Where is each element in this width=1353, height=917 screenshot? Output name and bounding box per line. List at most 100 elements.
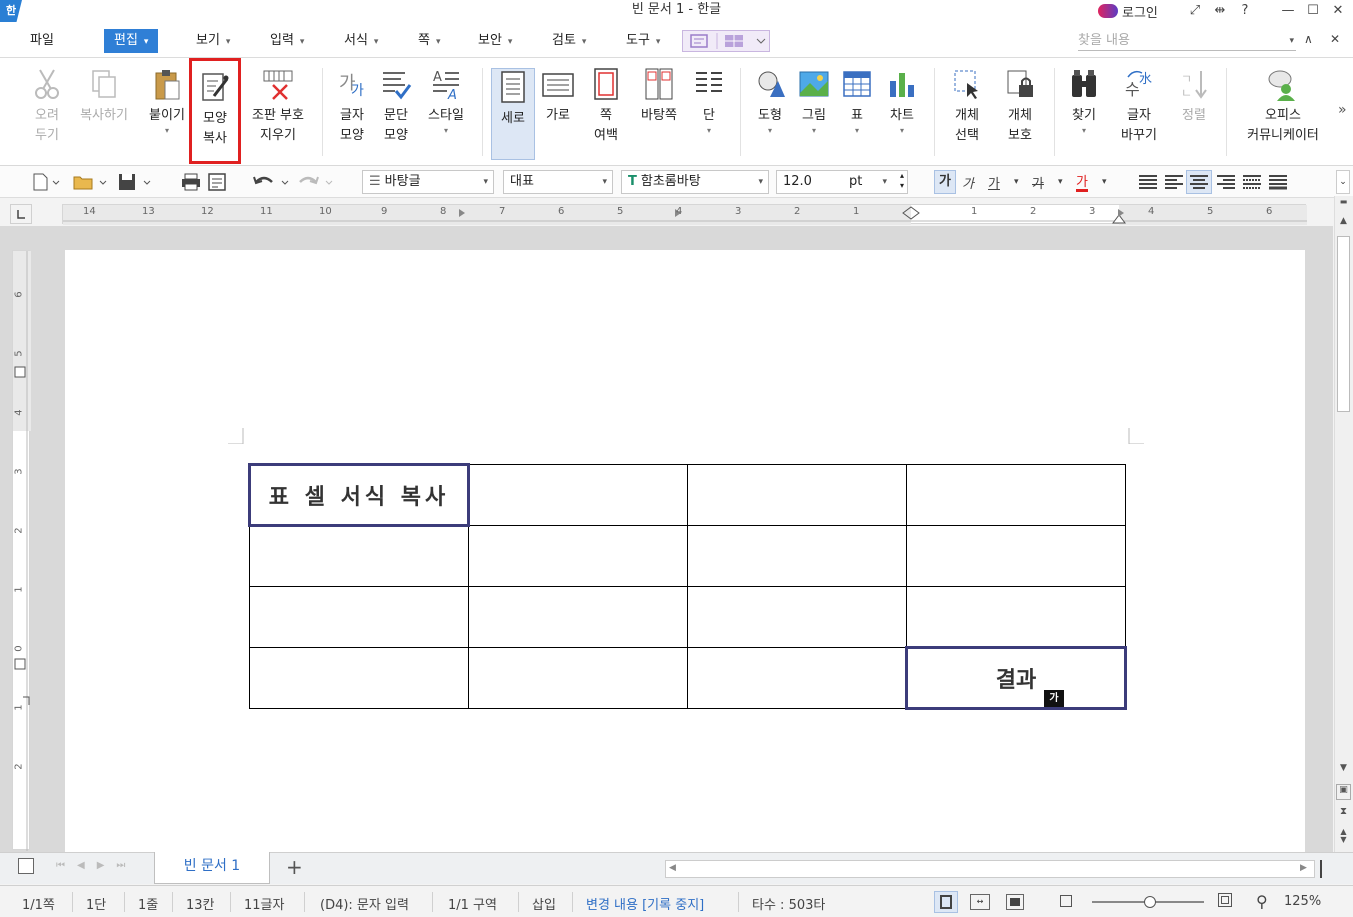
status-insert-mode[interactable]: 삽입 bbox=[532, 894, 556, 913]
resize-icon[interactable]: ⇹ bbox=[1211, 2, 1229, 20]
para-style-select[interactable]: 대표 ▾ bbox=[503, 170, 613, 194]
scroll-left-icon[interactable]: ◀ bbox=[669, 863, 676, 873]
align-center-button[interactable] bbox=[1186, 170, 1212, 194]
status-track-changes[interactable]: 변경 내용 [기록 중지] bbox=[586, 894, 704, 913]
menu-file[interactable]: 파일 bbox=[26, 30, 58, 52]
tab-nav-icons[interactable]: ⏮◀▶⏭ bbox=[56, 860, 137, 871]
quick-tools-group[interactable] bbox=[682, 30, 770, 52]
page-margin-button[interactable]: 쪽 여백 bbox=[584, 66, 628, 162]
table-cell-source[interactable]: 표 셀 서식 복사 bbox=[248, 463, 470, 527]
underline-button[interactable]: 가 bbox=[988, 172, 1000, 192]
table-button[interactable]: 표 ▾ bbox=[838, 66, 876, 162]
size-spinner-icon[interactable]: ▴ ▾ bbox=[900, 171, 904, 191]
table-cell[interactable] bbox=[906, 586, 1126, 648]
table-cell[interactable] bbox=[468, 586, 688, 648]
prev-page-icon[interactable]: ▣ bbox=[1336, 784, 1351, 800]
bold-button[interactable]: 가 bbox=[934, 170, 956, 194]
table-cell[interactable] bbox=[906, 525, 1126, 587]
replace-button[interactable]: 수水 글자 바꾸기 bbox=[1112, 66, 1166, 162]
copy-button[interactable]: 복사하기 bbox=[74, 66, 134, 162]
close-doc-icon[interactable]: ✕ bbox=[1330, 32, 1340, 46]
align-justify-icon[interactable] bbox=[1138, 172, 1158, 192]
page-view-button[interactable] bbox=[934, 891, 958, 913]
collapse-ribbon-icon[interactable]: ∧ bbox=[1304, 32, 1313, 46]
font-select[interactable]: T 함초롬바탕 ▾ bbox=[621, 170, 769, 194]
horizontal-scrollbar[interactable] bbox=[665, 860, 1315, 878]
shape-button[interactable]: 도형 ▾ bbox=[750, 66, 790, 162]
find-button[interactable]: 찾기 ▾ bbox=[1064, 66, 1104, 162]
zoom-out-icon[interactable] bbox=[1060, 895, 1072, 907]
picture-button[interactable]: 그림 ▾ bbox=[794, 66, 834, 162]
menu-format[interactable]: 서식 ▾ bbox=[340, 30, 382, 52]
table-cell[interactable] bbox=[687, 586, 907, 648]
table-dropdown-icon[interactable]: ▾ bbox=[838, 126, 876, 136]
office-communicator-button[interactable]: 오피스 커뮤니케이터 bbox=[1236, 66, 1330, 162]
scroll-up-icon[interactable]: ▲ bbox=[1337, 216, 1350, 230]
zoom-slider-thumb[interactable] bbox=[1144, 896, 1156, 908]
chart-dropdown-icon[interactable]: ▾ bbox=[882, 126, 922, 136]
add-tab-button[interactable]: + bbox=[286, 855, 303, 879]
new-doc-icon[interactable] bbox=[30, 172, 60, 192]
sort-button[interactable]: ㄱㄴ 정렬 bbox=[1174, 66, 1214, 162]
italic-button[interactable]: 가 bbox=[962, 172, 974, 192]
table-cell[interactable] bbox=[906, 464, 1126, 526]
clear-marks-button[interactable]: 조판 부호 지우기 bbox=[246, 66, 310, 162]
underline-dropdown-icon[interactable]: ▾ bbox=[1014, 172, 1019, 192]
char-shape-button[interactable]: 가가 글자 모양 bbox=[332, 66, 372, 162]
preview-icon[interactable] bbox=[206, 172, 228, 192]
fit-page-icon[interactable] bbox=[1006, 894, 1024, 910]
scroll-right-icon[interactable]: ▶ bbox=[1300, 863, 1307, 873]
vertical-layout-button[interactable]: 세로 bbox=[491, 68, 535, 160]
align-left-icon[interactable] bbox=[1164, 172, 1184, 192]
page-jump-icon[interactable]: ⧗ bbox=[1336, 806, 1351, 822]
divide-align-icon[interactable] bbox=[1268, 172, 1288, 192]
columns-dropdown-icon[interactable]: ▾ bbox=[690, 126, 728, 136]
select-object-button[interactable]: 개체 선택 bbox=[944, 66, 990, 162]
zoom-search-icon[interactable]: ⚲ bbox=[1256, 892, 1268, 911]
menu-view[interactable]: 보기 ▾ bbox=[192, 30, 234, 52]
horizontal-ruler[interactable]: 14 13 12 11 10 9 8 7 6 5 4 3 2 1 1 2 3 4… bbox=[62, 204, 1307, 225]
scroll-thumb[interactable] bbox=[1337, 236, 1350, 412]
strike-dropdown-icon[interactable]: ▾ bbox=[1058, 172, 1063, 192]
table-cell[interactable] bbox=[468, 647, 688, 709]
chart-button[interactable]: 차트 ▾ bbox=[882, 66, 922, 162]
close-window-button[interactable]: ✕ bbox=[1329, 2, 1347, 20]
style-button[interactable]: AA 스타일 ▾ bbox=[420, 66, 472, 162]
font-size-input[interactable]: 12.0 pt ▾ ▴ ▾ bbox=[776, 170, 908, 194]
status-page[interactable]: 1/1쪽 bbox=[22, 894, 55, 913]
table-cell[interactable] bbox=[468, 464, 688, 526]
master-page-button[interactable]: 바탕쪽 bbox=[636, 66, 682, 162]
redo-icon[interactable] bbox=[296, 172, 336, 192]
zoom-in-icon[interactable] bbox=[1218, 893, 1232, 907]
picture-dropdown-icon[interactable]: ▾ bbox=[794, 126, 834, 136]
toolbar-more-icon[interactable]: ⌄ bbox=[1336, 170, 1350, 194]
table-cell[interactable] bbox=[687, 647, 907, 709]
font-color-button[interactable]: 가 bbox=[1076, 172, 1088, 192]
maximize-button[interactable]: ☐ bbox=[1304, 2, 1322, 20]
document-table[interactable]: 표 셀 서식 복사 결과 가 bbox=[248, 463, 1127, 710]
minimize-button[interactable]: — bbox=[1279, 2, 1297, 20]
vertical-ruler[interactable]: 6 5 4 3 2 1 0 1 2 bbox=[12, 250, 31, 851]
para-shape-button[interactable]: 문단 모양 bbox=[376, 66, 416, 162]
document-page[interactable]: 표 셀 서식 복사 결과 가 bbox=[65, 250, 1305, 852]
save-icon[interactable] bbox=[116, 172, 152, 192]
protect-object-button[interactable]: 개체 보호 bbox=[998, 66, 1042, 162]
fullscreen-icon[interactable]: ⤢ bbox=[1186, 2, 1204, 20]
window-list-icon[interactable] bbox=[18, 858, 34, 874]
color-dropdown-icon[interactable]: ▾ bbox=[1102, 172, 1107, 192]
menu-page[interactable]: 쪽 ▾ bbox=[414, 30, 445, 52]
find-dropdown-icon[interactable]: ▾ bbox=[1064, 126, 1104, 136]
style-select[interactable]: ☰ 바탕글 ▾ bbox=[362, 170, 494, 194]
scroll-down-icon[interactable]: ▼ bbox=[1337, 763, 1350, 777]
login-button[interactable]: 로그인 bbox=[1098, 1, 1158, 21]
search-input[interactable]: 찾을 내용 ▾ bbox=[1078, 31, 1296, 51]
format-painter-button[interactable]: 모양 복사 bbox=[189, 58, 241, 164]
scroll-top-icon[interactable]: ▬ bbox=[1337, 197, 1350, 209]
next-page-icon[interactable]: ▲ ▼ bbox=[1336, 828, 1351, 846]
style-dropdown-icon[interactable]: ▾ bbox=[420, 126, 472, 136]
table-cell[interactable] bbox=[687, 464, 907, 526]
paste-dropdown-icon[interactable]: ▾ bbox=[144, 126, 190, 136]
tab-document[interactable]: 빈 문서 1 bbox=[154, 852, 270, 884]
open-folder-icon[interactable] bbox=[72, 172, 108, 192]
shape-dropdown-icon[interactable]: ▾ bbox=[750, 126, 790, 136]
